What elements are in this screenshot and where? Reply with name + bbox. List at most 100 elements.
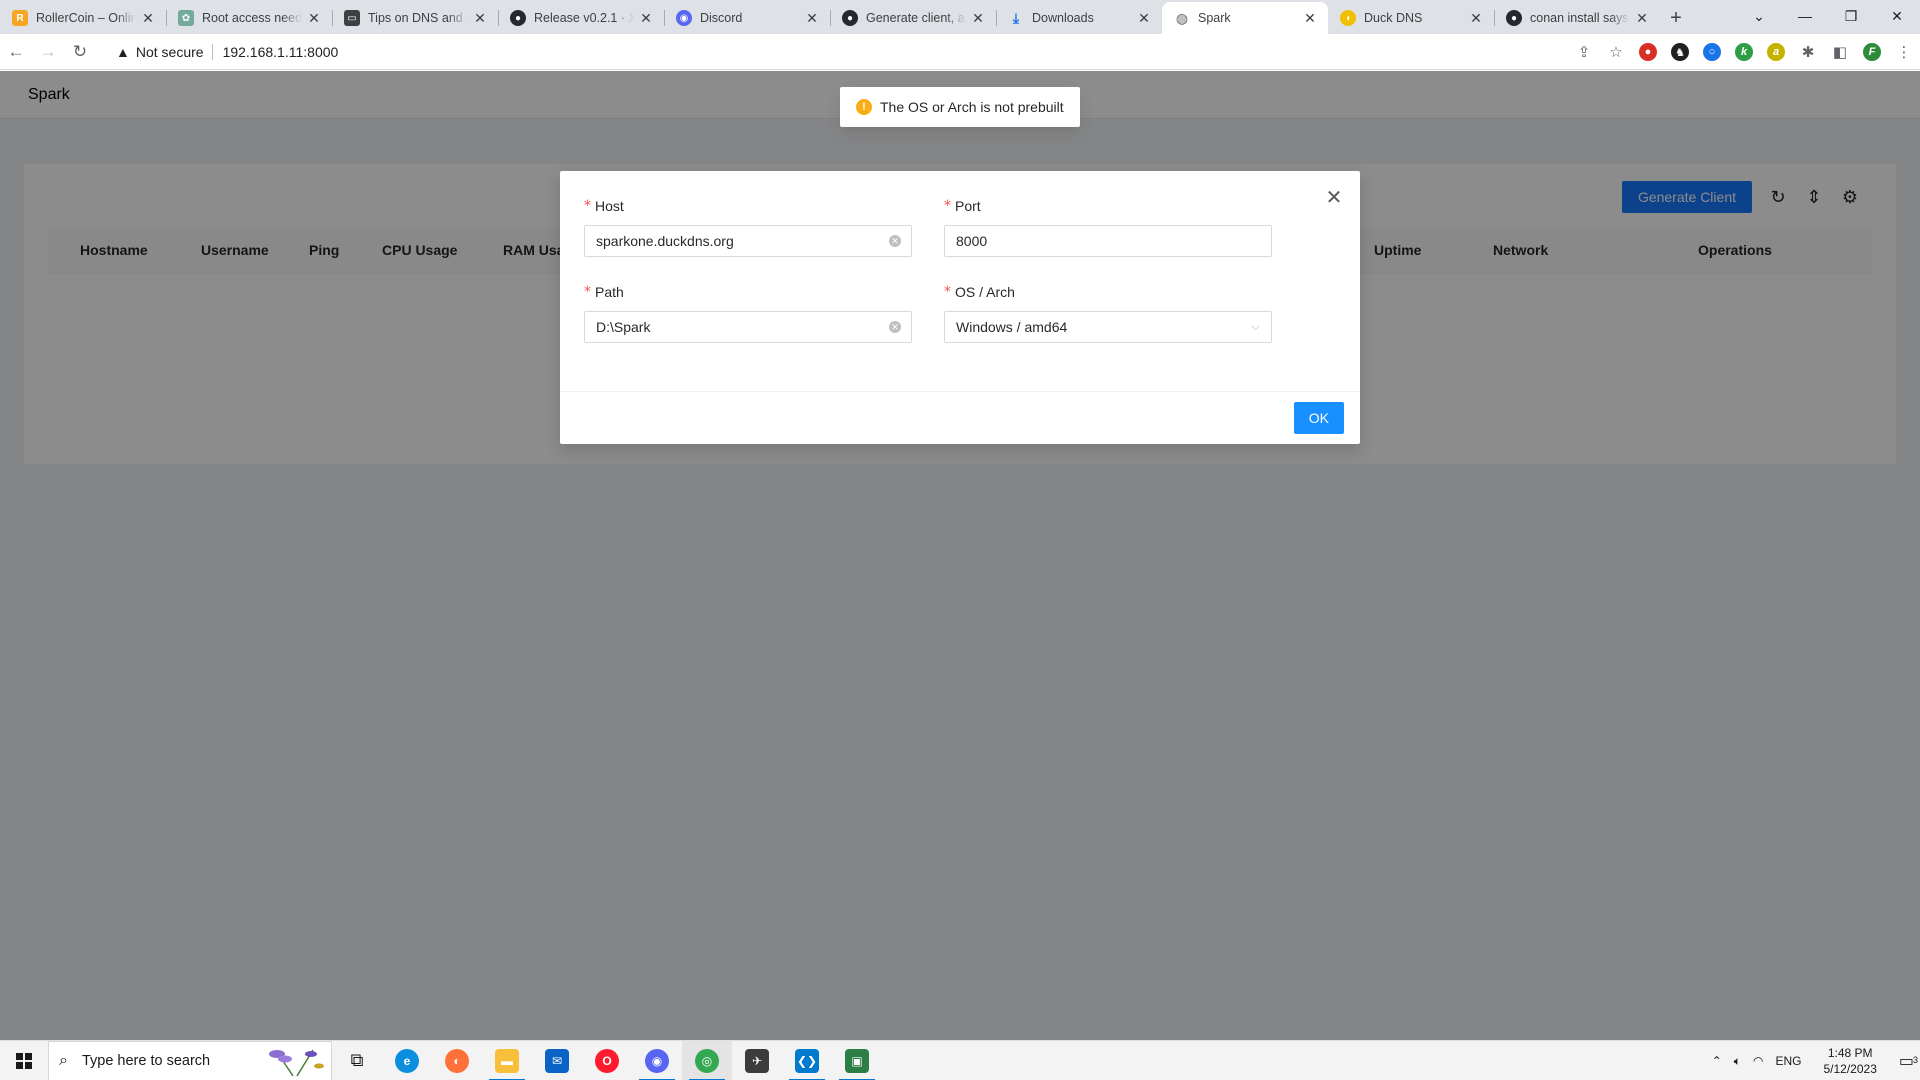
extension-red-icon[interactable]: ● bbox=[1632, 38, 1664, 66]
close-tab-icon[interactable]: ✕ bbox=[140, 10, 156, 26]
path-input[interactable]: D:\Spark ✕ bbox=[584, 311, 912, 343]
tab-generate-client[interactable]: ● Generate client, address ✕ bbox=[830, 2, 996, 34]
path-label: * Path bbox=[584, 281, 912, 303]
tab-discord[interactable]: ◉ Discord ✕ bbox=[664, 2, 830, 34]
minimize-button[interactable]: — bbox=[1782, 0, 1828, 32]
mail-icon: ✉ bbox=[545, 1048, 569, 1073]
required-mark: * bbox=[584, 284, 591, 300]
tab-spark[interactable]: ◍ Spark ✕ bbox=[1162, 2, 1328, 34]
globe-icon: ◍ bbox=[1175, 9, 1189, 26]
extension-k-icon[interactable]: k bbox=[1728, 38, 1760, 66]
tab-downloads[interactable]: ⤓ Downloads ✕ bbox=[996, 2, 1162, 34]
side-panel-icon[interactable]: ◧ bbox=[1824, 38, 1856, 66]
close-tab-icon[interactable]: ✕ bbox=[970, 10, 986, 26]
chrome-icon: ◎ bbox=[695, 1048, 719, 1073]
close-icon[interactable]: ✕ bbox=[1322, 185, 1346, 209]
port-label: * Port bbox=[944, 195, 1272, 217]
task-view-icon: ⧉ bbox=[350, 1050, 364, 1070]
tab-title: Tips on DNS and config bbox=[368, 11, 468, 25]
warning-message: ! The OS or Arch is not prebuilt bbox=[840, 87, 1080, 127]
taskbar-chrome[interactable]: ◎ bbox=[682, 1040, 732, 1080]
address-bar[interactable]: ▲ Not secure 192.168.1.11:8000 bbox=[106, 38, 1606, 66]
menu-kebab-icon[interactable]: ⋮ bbox=[1888, 38, 1920, 66]
clear-icon[interactable]: ✕ bbox=[889, 321, 901, 333]
duck-icon: ◖ bbox=[1340, 10, 1356, 26]
show-hidden-icons-chevron-up-icon[interactable]: ⌃ bbox=[1706, 1054, 1728, 1068]
host-value: sparkone.duckdns.org bbox=[596, 233, 734, 249]
clock-time: 1:48 PM bbox=[1827, 1046, 1873, 1060]
close-window-button[interactable]: ✕ bbox=[1874, 0, 1920, 32]
new-tab-button[interactable]: + bbox=[1660, 2, 1692, 34]
taskbar-vscode[interactable]: ❮❯ bbox=[782, 1041, 832, 1080]
extension-yellow-icon[interactable]: a bbox=[1760, 38, 1792, 66]
opera-icon: O bbox=[595, 1048, 619, 1073]
share-icon[interactable]: ⇪ bbox=[1568, 38, 1600, 66]
edge-icon: e bbox=[395, 1048, 419, 1073]
discord-icon: ◉ bbox=[645, 1048, 669, 1073]
taskbar-firefox[interactable]: ◐ bbox=[432, 1041, 482, 1080]
github-icon: ● bbox=[1506, 10, 1522, 26]
path-value: D:\Spark bbox=[596, 319, 651, 335]
ok-button[interactable]: OK bbox=[1293, 402, 1344, 434]
task-view-button[interactable]: ⧉ bbox=[332, 1041, 382, 1080]
close-tab-icon[interactable]: ✕ bbox=[804, 10, 820, 26]
taskbar-file-explorer[interactable]: ▬ bbox=[482, 1041, 532, 1080]
back-button[interactable]: ← bbox=[0, 36, 32, 68]
taskbar-mail[interactable]: ✉ bbox=[532, 1041, 582, 1080]
windows-taskbar: ⌕ Type here to search ⧉ e ◐ ▬ ✉ O ◉ ◎ ✈ … bbox=[0, 1040, 1920, 1080]
taskbar-terminal[interactable]: ▣ bbox=[832, 1041, 882, 1080]
tab-conan[interactable]: ● conan install says " ✕ bbox=[1494, 2, 1660, 34]
clear-icon[interactable]: ✕ bbox=[889, 235, 901, 247]
os-arch-select[interactable]: Windows / amd64 ⌵ bbox=[944, 311, 1272, 343]
notification-center-icon[interactable]: ▭ 3 bbox=[1893, 1051, 1920, 1071]
close-tab-icon[interactable]: ✕ bbox=[306, 10, 322, 26]
github-icon: ● bbox=[842, 10, 858, 26]
tab-title: Root access needed bbox=[202, 11, 302, 25]
host-input[interactable]: sparkone.duckdns.org ✕ bbox=[584, 225, 912, 257]
tab-search-icon[interactable]: ⌄ bbox=[1736, 0, 1782, 32]
bookmark-star-icon[interactable]: ☆ bbox=[1600, 38, 1632, 66]
close-tab-icon[interactable]: ✕ bbox=[472, 10, 488, 26]
taskbar-app-bee[interactable]: ✈ bbox=[732, 1041, 782, 1080]
profile-avatar[interactable]: F bbox=[1856, 38, 1888, 66]
close-tab-icon[interactable]: ✕ bbox=[1302, 10, 1318, 26]
tab-release[interactable]: ● Release v0.2.1 · XZB ✕ bbox=[498, 2, 664, 34]
clock[interactable]: 1:48 PM 5/12/2023 bbox=[1807, 1045, 1892, 1077]
tab-rollercoin[interactable]: R RollerCoin – Online Bitcoin Mining Gam… bbox=[0, 2, 166, 34]
language-indicator[interactable]: ENG bbox=[1769, 1054, 1807, 1068]
exclamation-circle-icon: ! bbox=[856, 99, 872, 115]
extension-blue-icon[interactable]: ○ bbox=[1696, 38, 1728, 66]
laptop-icon: ▭ bbox=[344, 10, 360, 26]
port-input[interactable]: 8000 bbox=[944, 225, 1272, 257]
close-tab-icon[interactable]: ✕ bbox=[1136, 10, 1152, 26]
extensions-puzzle-icon[interactable]: ✱ bbox=[1792, 38, 1824, 66]
start-button[interactable] bbox=[0, 1041, 48, 1080]
restore-button[interactable]: ❐ bbox=[1828, 0, 1874, 32]
close-tab-icon[interactable]: ✕ bbox=[1468, 10, 1484, 26]
taskbar-discord[interactable]: ◉ bbox=[632, 1041, 682, 1080]
forward-button[interactable]: → bbox=[32, 36, 64, 68]
url-text[interactable]: 192.168.1.11:8000 bbox=[223, 44, 339, 60]
extension-hat-icon[interactable]: ♞ bbox=[1664, 38, 1696, 66]
tab-title: conan install says " bbox=[1530, 11, 1630, 25]
tab-root-access[interactable]: ✿ Root access needed ✕ bbox=[166, 2, 332, 34]
search-placeholder: Type here to search bbox=[81, 1052, 211, 1069]
close-tab-icon[interactable]: ✕ bbox=[1634, 10, 1650, 26]
tab-duckdns[interactable]: ◖ Duck DNS ✕ bbox=[1328, 2, 1494, 34]
taskbar-search[interactable]: ⌕ Type here to search bbox=[48, 1040, 332, 1080]
host-label-text: Host bbox=[595, 198, 624, 214]
taskbar-opera[interactable]: O bbox=[582, 1041, 632, 1080]
reload-button[interactable]: ↻ bbox=[64, 36, 96, 68]
tab-dns-tips[interactable]: ▭ Tips on DNS and config ✕ bbox=[332, 2, 498, 34]
required-mark: * bbox=[584, 198, 591, 214]
clock-date: 5/12/2023 bbox=[1823, 1062, 1877, 1076]
close-tab-icon[interactable]: ✕ bbox=[638, 10, 654, 26]
required-mark: * bbox=[944, 198, 951, 214]
warning-text: The OS or Arch is not prebuilt bbox=[880, 99, 1064, 115]
wifi-icon[interactable]: ◠ bbox=[1747, 1054, 1769, 1068]
notification-count-badge: 3 bbox=[1912, 1055, 1918, 1065]
chatgpt-icon: ✿ bbox=[178, 10, 194, 26]
os-arch-value: Windows / amd64 bbox=[956, 319, 1068, 335]
taskbar-edge[interactable]: e bbox=[382, 1041, 432, 1080]
volume-icon[interactable]: 🔈︎ bbox=[1728, 1054, 1747, 1069]
